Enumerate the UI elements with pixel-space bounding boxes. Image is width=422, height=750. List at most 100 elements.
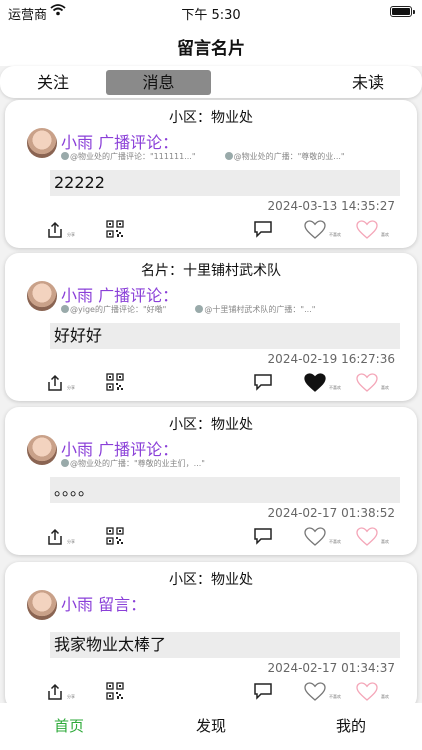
card-source-title: 小区：物业处 <box>169 572 253 588</box>
quote-left[interactable]: @物业处的广播评论："111111..." <box>61 152 196 161</box>
quoted-references: @物业处的广播："尊敬的业主们，..." <box>61 458 232 469</box>
heart-icon <box>304 373 326 392</box>
dislike-button[interactable]: 不喜欢 <box>304 373 341 393</box>
favorite-label: 喜欢 <box>381 539 389 544</box>
share-button[interactable]: 分享 <box>45 373 75 393</box>
qr-code-icon <box>106 373 124 391</box>
timestamp: 2024-02-17 01:38:52 <box>267 506 395 520</box>
quoted-references: @物业处的广播评论："111111..." @物业处的广播："尊敬的业..." <box>61 151 345 162</box>
message-card[interactable]: 小区：物业处 小雨 广播评论： @物业处的广播评论："111111..." @物… <box>5 100 417 248</box>
timestamp: 2024-02-19 16:27:36 <box>267 352 395 366</box>
comment-icon <box>254 528 272 545</box>
tab-mine[interactable]: 我的 <box>336 715 366 736</box>
tab-follow[interactable]: 关注 <box>28 70 78 95</box>
author-label[interactable]: 小雨 留言： <box>61 591 146 615</box>
share-button[interactable]: 分享 <box>45 220 75 240</box>
share-icon <box>48 528 62 545</box>
share-icon <box>48 374 62 391</box>
avatar-dot-icon <box>61 459 69 467</box>
qr-code-button[interactable] <box>106 527 124 547</box>
avatar-dot-icon <box>61 152 69 160</box>
clock: 下午 5:30 <box>181 8 241 23</box>
message-card[interactable]: 名片：十里铺村武术队 小雨 广播评论： @yige的广播评论："好嘞" @十里铺… <box>5 253 417 401</box>
status-bar: 运营商 下午 5:30 <box>0 0 422 26</box>
bottom-tab-bar: 首页 发现 我的 <box>0 703 422 750</box>
comment-button[interactable] <box>253 682 273 702</box>
share-button[interactable]: 分享 <box>45 682 75 702</box>
message-content: 好好好 <box>50 323 400 349</box>
quote-right[interactable]: @物业处的广播："尊敬的业..." <box>224 152 345 161</box>
qr-code-icon <box>106 220 124 238</box>
share-button[interactable]: 分享 <box>45 527 75 547</box>
timestamp: 2024-02-17 01:34:37 <box>267 661 395 675</box>
qr-code-button[interactable] <box>106 682 124 702</box>
share-icon <box>48 221 62 238</box>
heart-icon <box>304 682 326 701</box>
comment-button[interactable] <box>253 220 273 240</box>
author-label[interactable]: 小雨 广播评论： <box>61 129 178 153</box>
message-content: 。。。。 <box>50 477 400 503</box>
favorite-button[interactable]: 喜欢 <box>356 682 389 702</box>
share-label: 分享 <box>67 694 75 699</box>
favorite-button[interactable]: 喜欢 <box>356 527 389 547</box>
qr-code-icon <box>106 682 124 700</box>
share-label: 分享 <box>67 385 75 390</box>
dislike-label: 不喜欢 <box>329 232 341 237</box>
dislike-button[interactable]: 不喜欢 <box>304 527 341 547</box>
segmented-control: 关注 消息 未读 <box>0 66 422 98</box>
avatar[interactable] <box>27 590 57 620</box>
share-icon <box>48 683 62 700</box>
favorite-label: 喜欢 <box>381 385 389 390</box>
heart-icon <box>304 527 326 546</box>
quote-left[interactable]: @物业处的广播："尊敬的业主们，..." <box>61 459 205 468</box>
comment-icon <box>254 683 272 700</box>
favorite-label: 喜欢 <box>381 694 389 699</box>
message-card[interactable]: 小区：物业处 小雨 广播评论： @物业处的广播："尊敬的业主们，..." 。。。… <box>5 407 417 555</box>
message-card[interactable]: 小区：物业处 小雨 留言： 我家物业太棒了 2024-02-17 01:34:3… <box>5 562 417 710</box>
page-title: 留言名片 <box>177 39 245 59</box>
qr-code-button[interactable] <box>106 373 124 393</box>
quoted-references: @yige的广播评论："好嘞" @十里铺村武术队的广播："..." <box>61 304 315 315</box>
avatar[interactable] <box>27 281 57 311</box>
avatar-dot-icon <box>224 152 233 160</box>
dislike-label: 不喜欢 <box>329 385 341 390</box>
favorite-button[interactable]: 喜欢 <box>356 220 389 240</box>
avatar[interactable] <box>27 435 57 465</box>
card-source-title: 名片：十里铺村武术队 <box>141 263 281 279</box>
avatar[interactable] <box>27 128 57 158</box>
comment-icon <box>254 221 272 238</box>
quote-left[interactable]: @yige的广播评论："好嘞" <box>61 305 166 314</box>
heart-outline-pink-icon <box>356 527 378 546</box>
qr-code-icon <box>106 527 124 545</box>
avatar-dot-icon <box>61 305 69 313</box>
timestamp: 2024-03-13 14:35:27 <box>267 199 395 213</box>
heart-icon <box>304 220 326 239</box>
comment-button[interactable] <box>253 527 273 547</box>
author-label[interactable]: 小雨 广播评论： <box>61 282 178 306</box>
qr-code-button[interactable] <box>106 220 124 240</box>
quote-right[interactable]: @十里铺村武术队的广播："..." <box>195 305 315 314</box>
share-label: 分享 <box>67 232 75 237</box>
comment-button[interactable] <box>253 373 273 393</box>
heart-outline-pink-icon <box>356 682 378 701</box>
card-source-title: 小区：物业处 <box>169 110 253 126</box>
favorite-label: 喜欢 <box>381 232 389 237</box>
tab-discover[interactable]: 发现 <box>196 715 226 736</box>
tab-messages[interactable]: 消息 <box>106 70 211 95</box>
avatar-dot-icon <box>195 305 204 313</box>
dislike-label: 不喜欢 <box>329 694 341 699</box>
favorite-button[interactable]: 喜欢 <box>356 373 389 393</box>
card-source-title: 小区：物业处 <box>169 417 253 433</box>
heart-outline-pink-icon <box>356 373 378 392</box>
comment-icon <box>254 374 272 391</box>
share-label: 分享 <box>67 539 75 544</box>
tab-home[interactable]: 首页 <box>54 715 84 736</box>
battery-icon <box>390 6 415 17</box>
dislike-label: 不喜欢 <box>329 539 341 544</box>
dislike-button[interactable]: 不喜欢 <box>304 682 341 702</box>
tab-unread[interactable]: 未读 <box>343 70 393 95</box>
dislike-button[interactable]: 不喜欢 <box>304 220 341 240</box>
heart-outline-pink-icon <box>356 220 378 239</box>
message-content: 22222 <box>50 170 400 196</box>
author-label[interactable]: 小雨 广播评论： <box>61 436 178 460</box>
